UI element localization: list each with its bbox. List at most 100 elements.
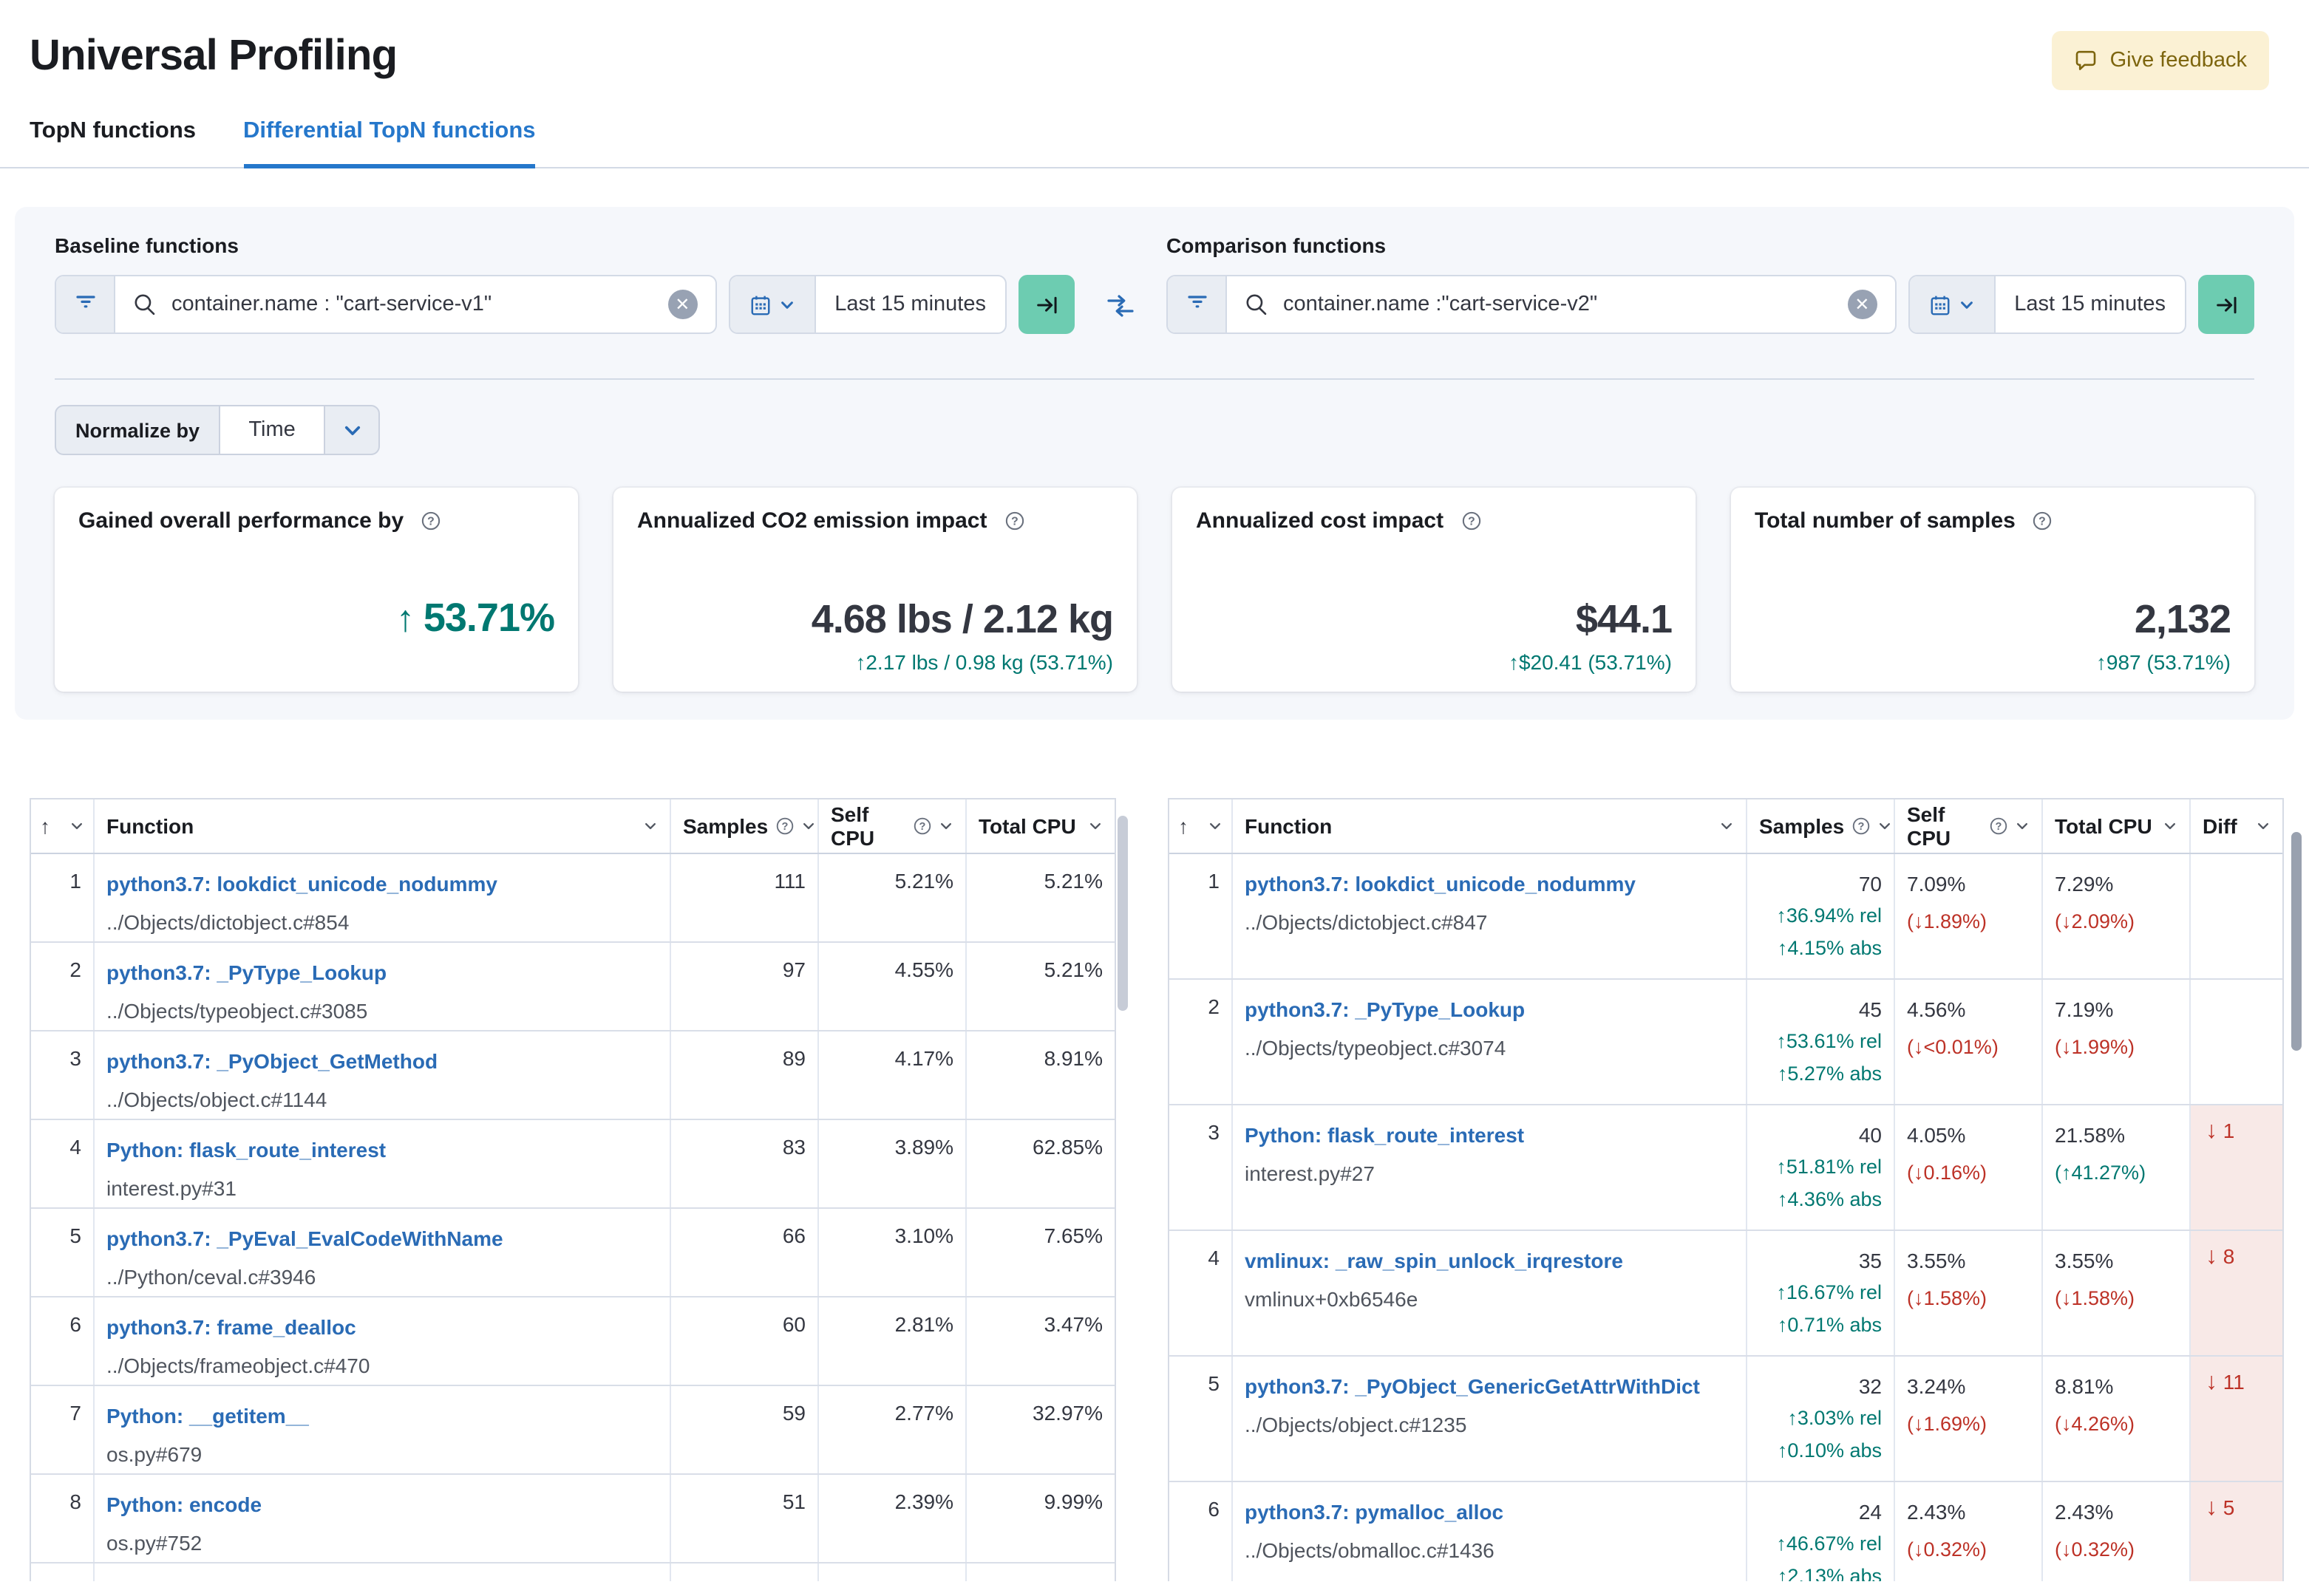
question-icon[interactable]: ? bbox=[421, 511, 441, 531]
baseline-clear-query-button[interactable]: ✕ bbox=[667, 290, 698, 319]
samples-value: 51 bbox=[671, 1475, 819, 1562]
baseline-calendar-button[interactable] bbox=[730, 276, 816, 332]
baseline-time-range[interactable]: Last 15 minutes bbox=[815, 276, 1005, 332]
self-cpu-value: 7.09% (↓1.89%) bbox=[1895, 854, 2043, 978]
diff-column-header[interactable]: Diff bbox=[2191, 799, 2282, 853]
rank-diff-cell: ↓ 8 bbox=[2191, 1231, 2282, 1355]
table-row: 9 python3.7: _PyDict_LoadGlobal 502.35%5.2… bbox=[31, 1563, 1115, 1581]
samples-column-header[interactable]: Samples ? bbox=[671, 799, 819, 853]
function-link[interactable]: python3.7: _PyEval_EvalCodeWithName bbox=[106, 1224, 658, 1253]
question-icon[interactable]: ? bbox=[1461, 511, 1480, 531]
tab-differential-topn-functions[interactable]: Differential TopN functions bbox=[243, 118, 536, 168]
card-performance-gain: Gained overall performance by ? ↑ 53.71% bbox=[55, 488, 578, 692]
function-source: ../Objects/obmalloc.c#1436 bbox=[1245, 1538, 1494, 1562]
self-cpu-value: 2.81% bbox=[819, 1297, 967, 1385]
comparison-table-header: ↑ Function Samples ? Self CPU ? Total CP… bbox=[1169, 799, 2282, 854]
baseline-filter-button[interactable] bbox=[56, 276, 115, 332]
total-cpu-column-header[interactable]: Total CPU bbox=[967, 799, 1115, 853]
comparison-time-range[interactable]: Last 15 minutes bbox=[1995, 276, 2185, 332]
function-link[interactable]: Python: encode bbox=[106, 1490, 658, 1519]
total-cpu-delta: (↓1.58%) bbox=[2055, 1287, 2135, 1309]
card-title: Gained overall performance by bbox=[78, 508, 404, 533]
self-cpu-value: 2.43% (↓0.32%) bbox=[1895, 1482, 2043, 1581]
function-link[interactable]: python3.7: lookdict_unicode_nodummy bbox=[1245, 869, 1734, 898]
calendar-icon bbox=[749, 293, 771, 316]
samples-abs-delta: ↑4.15% abs bbox=[1777, 937, 1882, 959]
question-icon[interactable]: ? bbox=[1004, 511, 1024, 531]
function-source: interest.py#31 bbox=[106, 1176, 237, 1200]
normalize-by-dropdown-button[interactable] bbox=[325, 406, 378, 454]
table-row: 6 python3.7: pymalloc_alloc ../Objects/obm… bbox=[1169, 1482, 2282, 1581]
comparison-table-body: 1 python3.7: lookdict_unicode_nodummy ../O… bbox=[1169, 854, 2282, 1581]
comparison-table-scrollbar[interactable] bbox=[2291, 832, 2302, 1051]
function-link[interactable]: Python: flask_route_interest bbox=[106, 1135, 658, 1164]
total-cpu-delta: (↓2.09%) bbox=[2055, 910, 2135, 932]
function-column-header[interactable]: Function bbox=[95, 799, 671, 853]
self-cpu-pct: 3.55% bbox=[1907, 1249, 1966, 1272]
function-link[interactable]: python3.7: _PyType_Lookup bbox=[1245, 995, 1734, 1024]
give-feedback-button[interactable]: Give feedback bbox=[2052, 31, 2269, 90]
self-cpu-column-header[interactable]: Self CPU ? bbox=[819, 799, 967, 853]
comparison-clear-query-button[interactable]: ✕ bbox=[1847, 290, 1877, 319]
total-cpu-delta: (↑41.27%) bbox=[2055, 1162, 2146, 1184]
function-link[interactable]: Python: __getitem__ bbox=[106, 1401, 658, 1430]
self-cpu-value: 2.77% bbox=[819, 1386, 967, 1473]
total-cpu-column-header[interactable]: Total CPU bbox=[2043, 799, 2191, 853]
card-title: Annualized CO2 emission impact bbox=[637, 508, 987, 533]
total-cpu-value: 5.25% bbox=[967, 1563, 1115, 1581]
card-total-samples: Total number of samples ? 2,132 ↑987 (53… bbox=[1731, 488, 2254, 692]
row-rank: 4 bbox=[31, 1120, 95, 1207]
samples-column-header[interactable]: Samples ? bbox=[1747, 799, 1895, 853]
normalize-by-value[interactable]: Time bbox=[219, 406, 326, 454]
card-value: 4.68 lbs / 2.12 kg bbox=[811, 597, 1114, 641]
baseline-table-scrollbar[interactable] bbox=[1118, 816, 1128, 1011]
table-row: 8 Python: encode os.py#752 51 2.39% 9.99% bbox=[31, 1475, 1115, 1563]
function-link[interactable]: vmlinux: _raw_spin_unlock_irqrestore bbox=[1245, 1246, 1734, 1275]
function-link[interactable]: python3.7: pymalloc_alloc bbox=[1245, 1497, 1734, 1527]
rank-column-header[interactable]: ↑ bbox=[31, 799, 95, 853]
chevron-down-icon bbox=[800, 819, 815, 833]
card-value: 2,132 bbox=[2134, 597, 2231, 641]
total-cpu-value: 8.91% bbox=[1044, 1046, 1103, 1070]
comparison-refresh-button[interactable] bbox=[2198, 275, 2254, 334]
self-cpu-delta: (↓0.32%) bbox=[1907, 1538, 1987, 1561]
self-cpu-pct: 2.43% bbox=[1907, 1500, 1966, 1524]
rank-column-header[interactable]: ↑ bbox=[1169, 799, 1233, 853]
chevron-down-icon bbox=[69, 819, 84, 833]
function-source: ../Objects/object.c#1144 bbox=[106, 1088, 327, 1111]
function-cell: Python: encode os.py#752 bbox=[95, 1475, 671, 1562]
comparison-functions-table: ↑ Function Samples ? Self CPU ? Total CP… bbox=[1168, 798, 2284, 1581]
samples-rel-delta: ↑46.67% rel bbox=[1776, 1532, 1882, 1555]
function-link[interactable]: python3.7: frame_dealloc bbox=[106, 1312, 658, 1342]
samples-value: 111 bbox=[671, 854, 819, 941]
function-cell: Python: __getitem__ os.py#679 bbox=[95, 1386, 671, 1473]
comparison-calendar-button[interactable] bbox=[1909, 276, 1996, 332]
card-value: $44.1 bbox=[1575, 597, 1673, 641]
self-cpu-pct: 3.24% bbox=[1907, 1374, 1966, 1398]
self-cpu-column-header[interactable]: Self CPU ? bbox=[1895, 799, 2043, 853]
comparison-query-input[interactable]: container.name :"cart-service-v2" bbox=[1283, 293, 1832, 316]
svg-text:?: ? bbox=[1467, 516, 1475, 528]
function-link[interactable]: python3.7: _PyDict_LoadGlobal bbox=[106, 1578, 658, 1581]
function-column-header[interactable]: Function bbox=[1233, 799, 1747, 853]
question-icon[interactable]: ? bbox=[2033, 511, 2053, 531]
tab-topn-functions[interactable]: TopN functions bbox=[30, 118, 196, 168]
samples-rel-delta: ↑36.94% rel bbox=[1776, 904, 1882, 927]
function-link[interactable]: Python: flask_route_interest bbox=[1245, 1120, 1734, 1150]
function-source: os.py#679 bbox=[106, 1442, 203, 1466]
function-cell: python3.7: _PyType_Lookup ../Objects/type… bbox=[1233, 980, 1747, 1104]
baseline-query-input[interactable]: container.name : "cart-service-v1" bbox=[171, 293, 653, 316]
total-cpu-value: 3.55% (↓1.58%) bbox=[2043, 1231, 2191, 1355]
summary-cards: Gained overall performance by ? ↑ 53.71%… bbox=[55, 488, 2254, 692]
self-cpu-value: 3.55% (↓1.58%) bbox=[1895, 1231, 2043, 1355]
function-link[interactable]: python3.7: lookdict_unicode_nodummy bbox=[106, 869, 658, 898]
comparison-filter-button[interactable] bbox=[1168, 276, 1227, 332]
function-link[interactable]: python3.7: _PyType_Lookup bbox=[106, 958, 658, 987]
baseline-refresh-button[interactable] bbox=[1019, 275, 1075, 334]
self-cpu-value: 4.17% bbox=[819, 1031, 967, 1119]
function-link[interactable]: python3.7: _PyObject_GetMethod bbox=[106, 1046, 658, 1076]
rank-diff-cell: ↓ 5 bbox=[2191, 1482, 2282, 1581]
self-cpu-value: 4.55% bbox=[819, 943, 967, 1030]
card-delta: ↑2.17 lbs / 0.98 kg (53.71%) bbox=[855, 650, 1113, 674]
function-link[interactable]: python3.7: _PyObject_GenericGetAttrWithD… bbox=[1245, 1371, 1734, 1401]
